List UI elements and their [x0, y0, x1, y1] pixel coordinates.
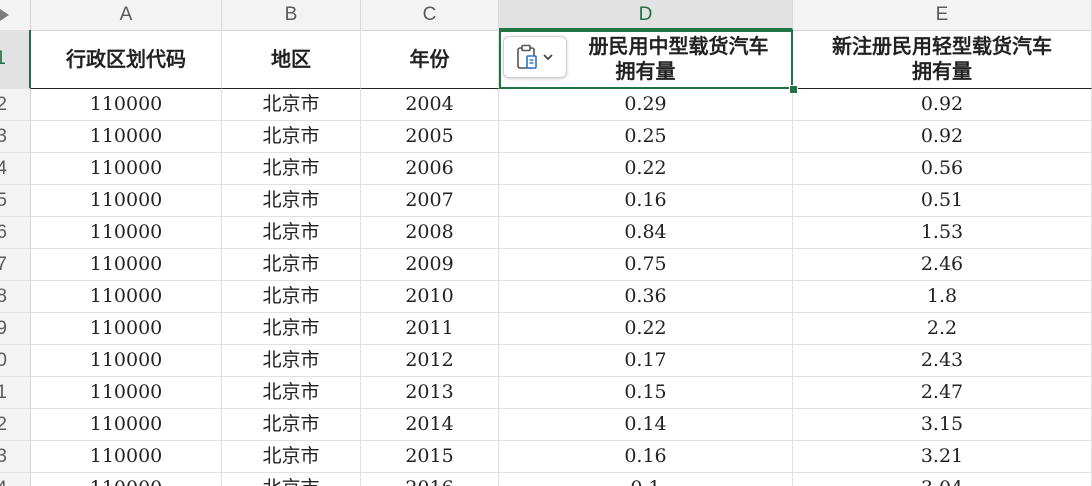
cell-region[interactable]: 北京市 [222, 441, 361, 473]
cell-code[interactable]: 110000 [31, 121, 222, 153]
cell-code[interactable]: 110000 [31, 185, 222, 217]
cell-region[interactable]: 北京市 [222, 377, 361, 409]
cell-region[interactable]: 北京市 [222, 345, 361, 377]
cell-code[interactable]: 110000 [31, 441, 222, 473]
header-cell-year[interactable]: 年份 [361, 30, 499, 89]
column-header-e[interactable]: E [793, 0, 1092, 30]
clipboard-icon [517, 44, 537, 69]
cell-light[interactable]: 0.92 [793, 89, 1092, 121]
row-header[interactable]: 14 [0, 473, 31, 486]
column-header-bar: A B C D E [0, 0, 1092, 31]
cell-region[interactable]: 北京市 [222, 217, 361, 249]
cell-medium[interactable]: 0.22 [499, 153, 793, 185]
row-header[interactable]: 1 [0, 30, 31, 89]
cell-year[interactable]: 2014 [361, 409, 499, 441]
cell-year[interactable]: 2005 [361, 121, 499, 153]
cell-medium[interactable]: 0.17 [499, 345, 793, 377]
cell-medium[interactable]: 0.14 [499, 409, 793, 441]
cell-year[interactable]: 2010 [361, 281, 499, 313]
row-header[interactable]: 5 [0, 185, 31, 217]
cell-code[interactable]: 110000 [31, 89, 222, 121]
cell-code[interactable]: 110000 [31, 409, 222, 441]
header-cell-code[interactable]: 行政区划代码 [31, 30, 222, 89]
cell-code[interactable]: 110000 [31, 153, 222, 185]
cell-region[interactable]: 北京市 [222, 473, 361, 486]
column-header-d[interactable]: D [499, 0, 793, 30]
cell-code[interactable]: 110000 [31, 377, 222, 409]
column-header-c[interactable]: C [361, 0, 499, 30]
row-header[interactable]: 13 [0, 441, 31, 473]
cell-code[interactable]: 110000 [31, 249, 222, 281]
cell-medium[interactable]: 0.36 [499, 281, 793, 313]
cell-light[interactable]: 1.8 [793, 281, 1092, 313]
cell-light[interactable]: 0.56 [793, 153, 1092, 185]
cell-light[interactable]: 1.53 [793, 217, 1092, 249]
cell-light[interactable]: 2.2 [793, 313, 1092, 345]
cell-light[interactable]: 3.21 [793, 441, 1092, 473]
cell-region[interactable]: 北京市 [222, 153, 361, 185]
cell-region[interactable]: 北京市 [222, 409, 361, 441]
cell-region[interactable]: 北京市 [222, 89, 361, 121]
cell-light[interactable]: 3.15 [793, 409, 1092, 441]
cell-light[interactable]: 2.43 [793, 345, 1092, 377]
cell-medium[interactable]: 0.22 [499, 313, 793, 345]
chevron-down-icon [543, 54, 553, 61]
paste-options-button[interactable] [503, 36, 567, 78]
cell-light[interactable]: 0.51 [793, 185, 1092, 217]
column-header-b[interactable]: B [222, 0, 361, 30]
cell-year[interactable]: 2016 [361, 473, 499, 486]
cell-year[interactable]: 2007 [361, 185, 499, 217]
cell-year[interactable]: 2006 [361, 153, 499, 185]
row-header[interactable]: 10 [0, 345, 31, 377]
cell-code[interactable]: 110000 [31, 345, 222, 377]
header-cell-light-truck[interactable]: 新注册民用轻型载货汽车 拥有量 [793, 30, 1092, 89]
row-header[interactable]: 2 [0, 89, 31, 121]
cell-year[interactable]: 2013 [361, 377, 499, 409]
select-all-icon [0, 9, 9, 21]
cell-region[interactable]: 北京市 [222, 313, 361, 345]
row-header[interactable]: 11 [0, 377, 31, 409]
cell-year[interactable]: 2011 [361, 313, 499, 345]
cell-light[interactable]: 0.92 [793, 121, 1092, 153]
cell-region[interactable]: 北京市 [222, 249, 361, 281]
cell-medium[interactable]: 0.29 [499, 89, 793, 121]
fill-handle[interactable] [789, 85, 798, 94]
row-header[interactable]: 3 [0, 121, 31, 153]
spreadsheet: A B C D E 1 2 3 4 5 6 7 8 9 10 11 12 13 … [0, 0, 1092, 486]
cell-year[interactable]: 2009 [361, 249, 499, 281]
cell-region[interactable]: 北京市 [222, 185, 361, 217]
cell-medium[interactable]: 0.1 [499, 473, 793, 486]
cell-code[interactable]: 110000 [31, 217, 222, 249]
header-cell-region[interactable]: 地区 [222, 30, 361, 89]
row-header[interactable]: 4 [0, 153, 31, 185]
cell-code[interactable]: 110000 [31, 313, 222, 345]
cell-region[interactable]: 北京市 [222, 281, 361, 313]
cell-year[interactable]: 2008 [361, 217, 499, 249]
row-header[interactable]: 8 [0, 281, 31, 313]
cell-region[interactable]: 北京市 [222, 121, 361, 153]
cell-code[interactable]: 110000 [31, 281, 222, 313]
column-header-a[interactable]: A [31, 0, 222, 30]
cell-code[interactable]: 110000 [31, 473, 222, 486]
cell-medium[interactable]: 0.16 [499, 441, 793, 473]
cell-year[interactable]: 2004 [361, 89, 499, 121]
cell-light[interactable]: 2.46 [793, 249, 1092, 281]
cell-medium[interactable]: 0.16 [499, 185, 793, 217]
cell-medium[interactable]: 0.84 [499, 217, 793, 249]
cell-medium[interactable]: 0.15 [499, 377, 793, 409]
row-header[interactable]: 9 [0, 313, 31, 345]
cell-light[interactable]: 2.47 [793, 377, 1092, 409]
cell-medium[interactable]: 0.25 [499, 121, 793, 153]
row-header[interactable]: 6 [0, 217, 31, 249]
row-header[interactable]: 12 [0, 409, 31, 441]
cell-year[interactable]: 2015 [361, 441, 499, 473]
select-all-corner[interactable] [0, 0, 31, 30]
cell-light[interactable]: 3.04 [793, 473, 1092, 486]
row-header[interactable]: 7 [0, 249, 31, 281]
cell-medium[interactable]: 0.75 [499, 249, 793, 281]
cell-year[interactable]: 2012 [361, 345, 499, 377]
